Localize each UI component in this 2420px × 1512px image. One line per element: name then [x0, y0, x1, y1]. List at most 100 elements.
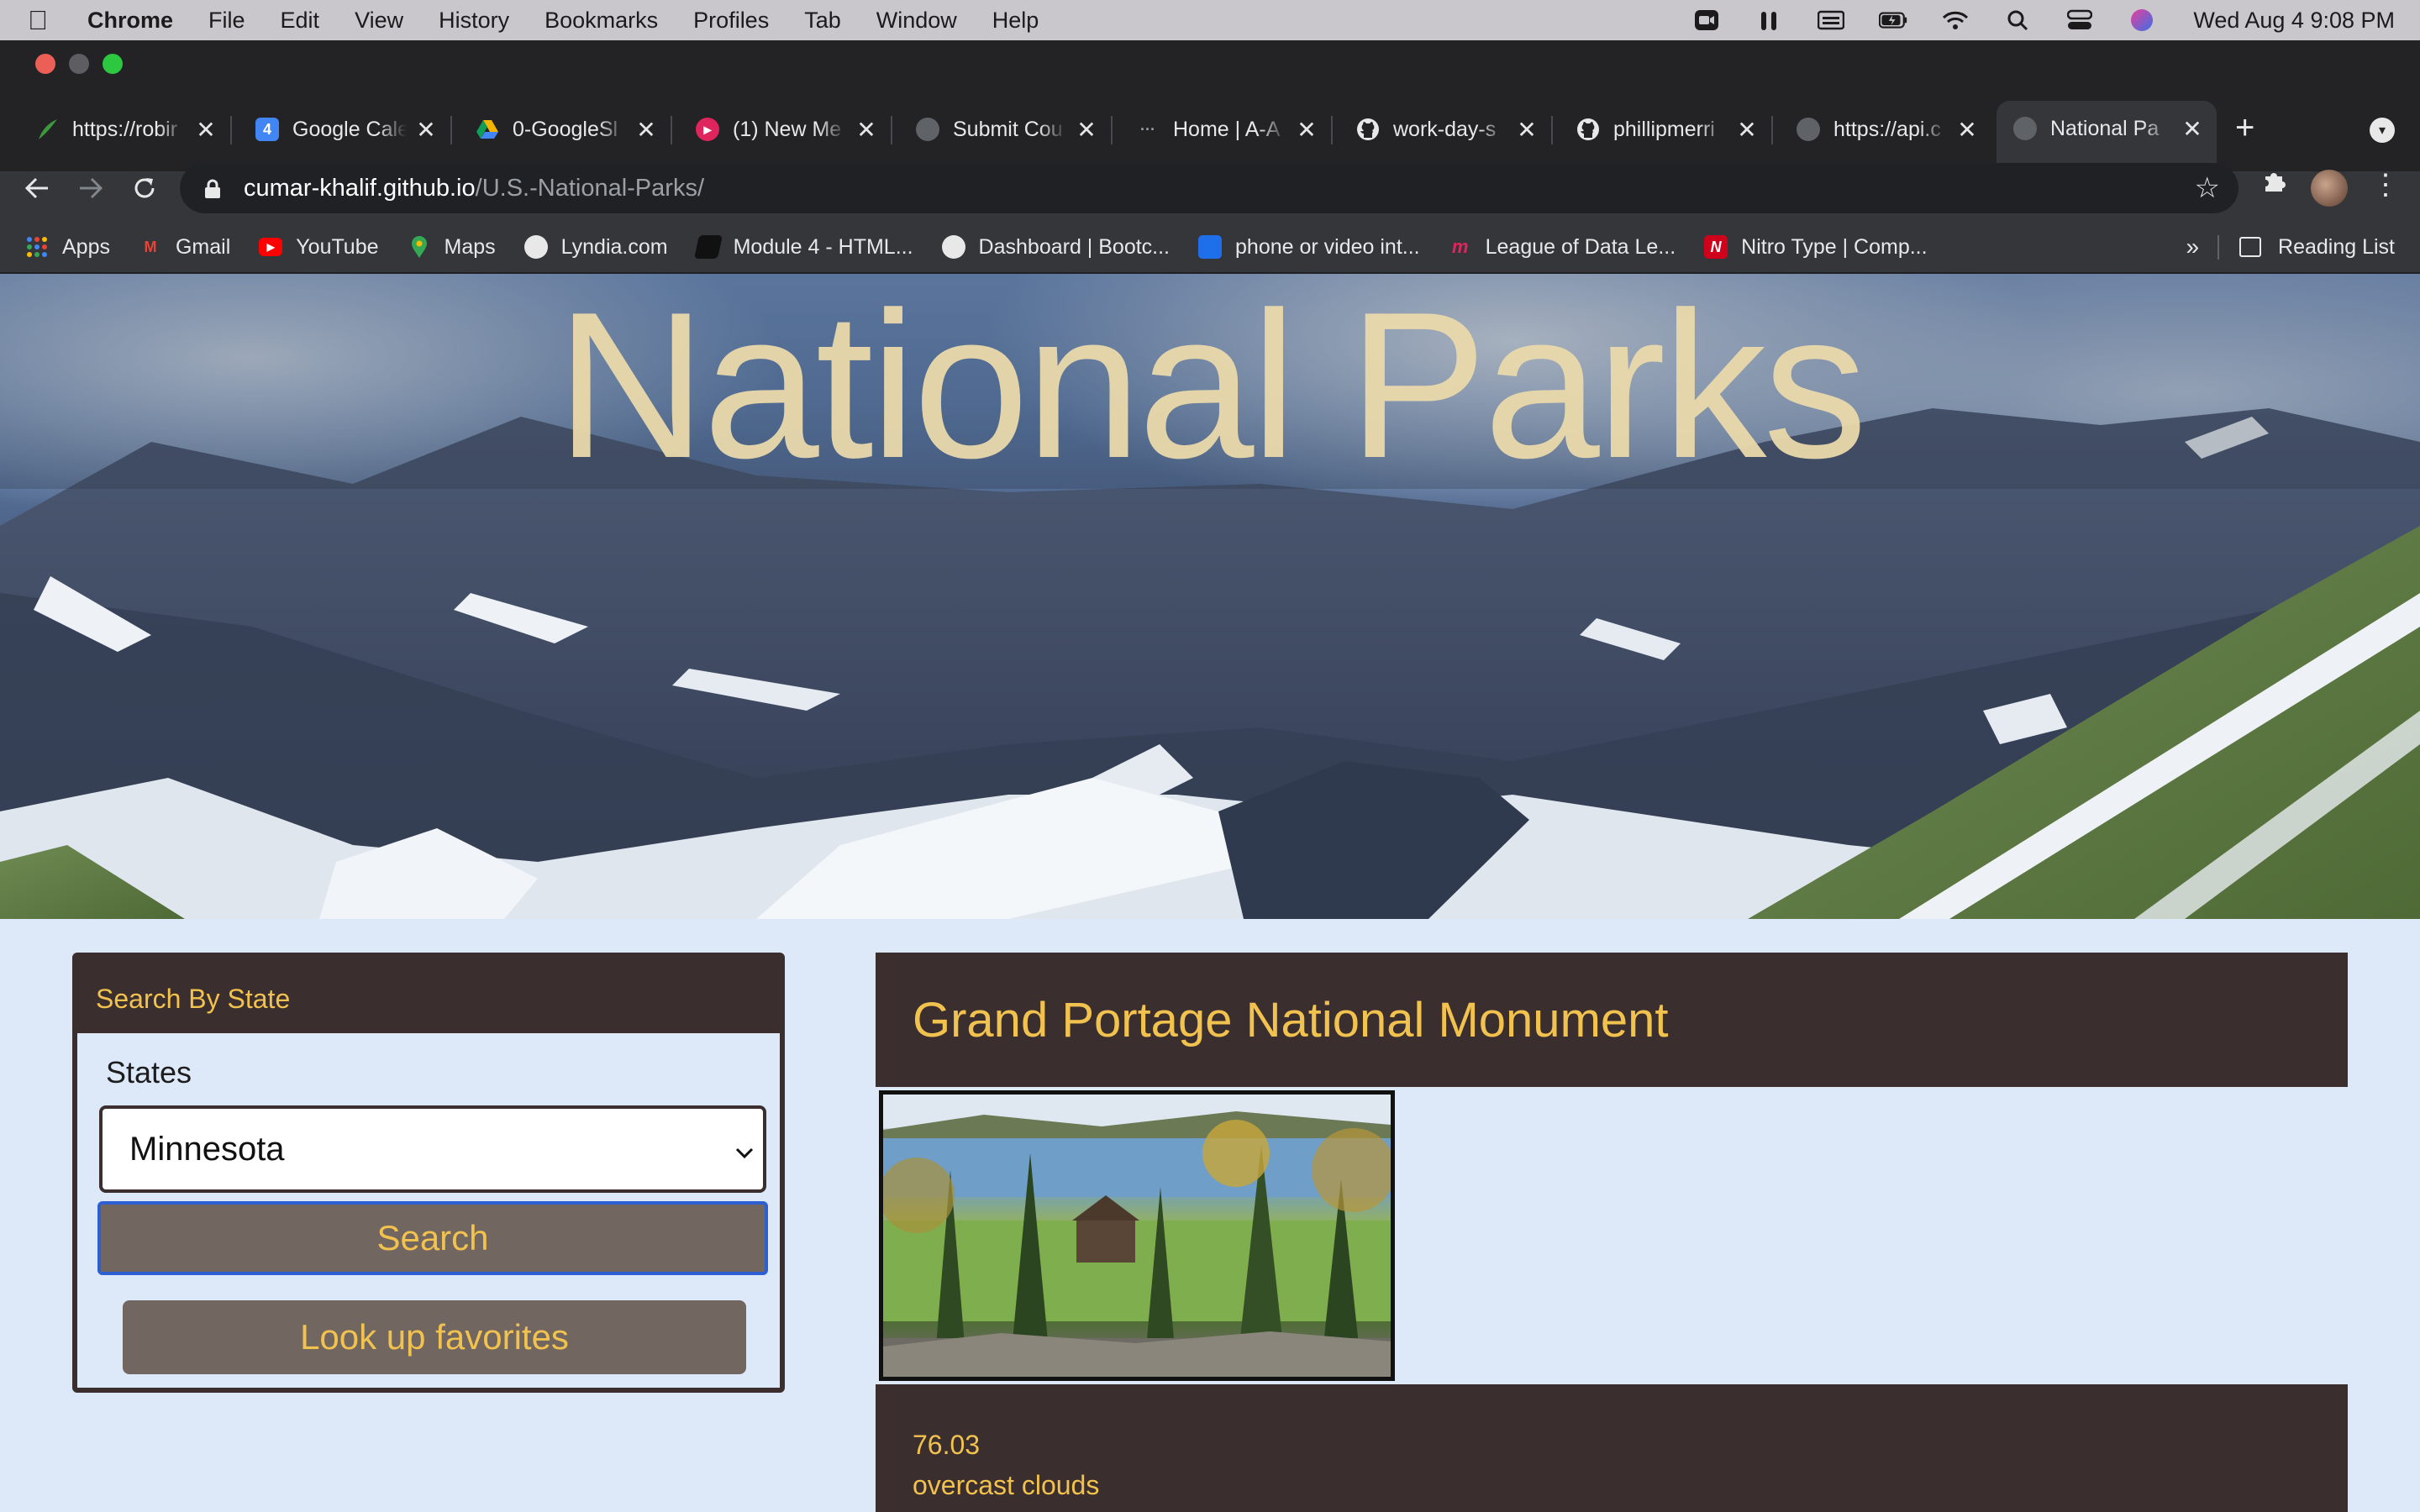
tab-close-icon[interactable]: ✕	[2181, 115, 2203, 143]
back-arrow-icon[interactable]	[12, 163, 62, 213]
tab-title: Home | A-A	[1173, 117, 1281, 141]
look-up-favorites-button[interactable]: Look up favorites	[123, 1300, 746, 1374]
close-window-button[interactable]	[35, 54, 55, 74]
status-area: Wed Aug 4 9:08 PM	[1692, 8, 2395, 34]
robinhood-feather-icon	[35, 118, 59, 141]
menu-profiles[interactable]: Profiles	[693, 8, 769, 34]
minimize-window-button[interactable]	[69, 54, 89, 74]
tab-title: phillipmerri	[1613, 117, 1715, 141]
menu-view[interactable]: View	[355, 8, 403, 34]
github-icon	[1576, 118, 1600, 141]
menu-edit[interactable]: Edit	[281, 8, 320, 34]
tab-google-slides[interactable]: 0-GoogleSl ✕	[459, 102, 672, 156]
bookmark-phone-video-interview[interactable]: phone or video int...	[1198, 235, 1420, 260]
reading-list-button[interactable]: Reading List	[2217, 234, 2395, 260]
extensions-puzzle-icon[interactable]	[2260, 168, 2287, 202]
reload-icon[interactable]	[119, 163, 170, 213]
bookmark-maps[interactable]: Maps	[408, 235, 496, 260]
tab-close-icon[interactable]: ✕	[415, 116, 437, 144]
bookmark-module-4[interactable]: Module 4 - HTML...	[693, 235, 913, 260]
bookmark-label: YouTube	[296, 234, 379, 259]
state-select[interactable]: Minnesota	[99, 1105, 766, 1193]
airpods-icon[interactable]	[1754, 8, 1783, 32]
menu-bookmarks[interactable]: Bookmarks	[544, 8, 658, 34]
bookmark-nitro-type[interactable]: N Nitro Type | Comp...	[1704, 234, 1928, 260]
tab-separator	[1331, 116, 1333, 144]
bookmark-apps[interactable]: Apps	[25, 235, 110, 260]
park-photo	[879, 1090, 1395, 1381]
tab-robin[interactable]: https://robir ✕	[18, 102, 232, 156]
notebook-icon	[693, 235, 723, 259]
tab-close-icon[interactable]: ✕	[195, 116, 217, 144]
tab-close-icon[interactable]: ✕	[635, 116, 657, 144]
bookmark-star-icon[interactable]: ☆	[2195, 171, 2220, 205]
search-button[interactable]: Search	[97, 1201, 768, 1275]
chrome-menu-kebab-icon[interactable]: ⋮	[2371, 168, 2400, 202]
zoom-icon[interactable]	[1692, 8, 1721, 32]
menu-history[interactable]: History	[439, 8, 509, 34]
globe-icon	[941, 235, 965, 259]
hero-banner: National Parks	[0, 274, 2420, 919]
tab-close-icon[interactable]: ✕	[1516, 116, 1538, 144]
lock-icon[interactable]	[203, 178, 222, 198]
tab-close-icon[interactable]: ✕	[1736, 116, 1758, 144]
google-calendar-icon: 4	[255, 118, 279, 141]
search-by-state-panel: Search By State States Minnesota Search …	[72, 953, 785, 1393]
control-center-icon[interactable]	[2065, 8, 2094, 32]
spotlight-search-icon[interactable]	[2003, 8, 2032, 32]
bookmark-youtube[interactable]: ▶ YouTube	[259, 234, 379, 260]
gmail-icon: M	[144, 238, 157, 255]
temperature-value: 76.03	[913, 1430, 981, 1460]
menu-app-chrome[interactable]: Chrome	[87, 8, 173, 34]
new-tab-plus-icon[interactable]: +	[2235, 109, 2254, 147]
tab-title: work-day-s	[1393, 117, 1497, 141]
menu-help[interactable]: Help	[992, 8, 1039, 34]
menu-bar-clock[interactable]: Wed Aug 4 9:08 PM	[2193, 8, 2395, 34]
forward-arrow-icon[interactable]	[66, 163, 116, 213]
maps-pin-icon	[408, 235, 431, 259]
tab-close-icon[interactable]: ✕	[855, 116, 877, 144]
tab-close-icon[interactable]: ✕	[1076, 116, 1097, 144]
bookmark-dashboard-bootcamp[interactable]: Dashboard | Bootc...	[941, 235, 1170, 260]
tab-separator	[1551, 116, 1553, 144]
profile-avatar[interactable]	[2311, 170, 2348, 207]
tab-search-chevron-icon[interactable]: ▾	[2370, 118, 2395, 143]
tab-api[interactable]: https://api.c ✕	[1780, 102, 1991, 156]
tab-work-day-scheduler[interactable]: work-day-s ✕	[1339, 102, 1553, 156]
bookmark-label: Nitro Type | Comp...	[1741, 234, 1928, 259]
bookmark-lyndia[interactable]: Lyndia.com	[523, 235, 668, 260]
menu-file[interactable]: File	[208, 8, 245, 34]
tab-national-parks[interactable]: National Pa ✕	[1996, 101, 2217, 171]
wifi-icon[interactable]	[1941, 8, 1970, 32]
nitro-type-icon: N	[1704, 235, 1728, 259]
tab-submit-course[interactable]: Submit Cou ✕	[899, 102, 1113, 156]
google-drive-icon	[476, 118, 499, 141]
tab-close-icon[interactable]: ✕	[1956, 116, 1978, 144]
tab-title: National Pa	[2050, 116, 2160, 140]
tab-title: https://robir	[72, 117, 178, 141]
bookmark-gmail[interactable]: M Gmail	[139, 235, 230, 260]
url-host: cumar-khalif.github.io	[244, 174, 476, 202]
siri-icon[interactable]	[2128, 8, 2156, 32]
apple-menu-icon[interactable]: 	[25, 5, 50, 36]
tab-home-aa[interactable]: ··· Home | A-A ✕	[1119, 102, 1333, 156]
address-bar[interactable]: cumar-khalif.github.io/U.S.-National-Par…	[180, 163, 2238, 213]
bookmarks-overflow-chevron[interactable]: »	[2186, 234, 2199, 260]
fullscreen-window-button[interactable]	[103, 54, 123, 74]
tab-google-calendar[interactable]: 4 Google Cale ✕	[239, 102, 452, 156]
league-logo-icon: m	[1451, 236, 1469, 257]
globe-icon	[1797, 118, 1820, 141]
tab-separator	[1111, 116, 1113, 144]
menu-window[interactable]: Window	[876, 8, 957, 34]
tab-close-icon[interactable]: ✕	[1296, 116, 1318, 144]
tab-new-messages[interactable]: ▸ (1) New Me ✕	[679, 102, 892, 156]
bookmark-league-of-data[interactable]: m League of Data Le...	[1449, 235, 1676, 260]
menu-tab[interactable]: Tab	[804, 8, 841, 34]
youtube-icon: ▶	[259, 238, 283, 256]
battery-icon[interactable]	[1879, 8, 1907, 32]
keyboard-icon[interactable]	[1817, 8, 1845, 32]
tab-title: https://api.c	[1833, 117, 1941, 141]
states-label: States	[106, 1055, 192, 1089]
messages-app-icon: ▸	[696, 118, 719, 141]
tab-phillipmerrill[interactable]: phillipmerri ✕	[1560, 102, 1773, 156]
